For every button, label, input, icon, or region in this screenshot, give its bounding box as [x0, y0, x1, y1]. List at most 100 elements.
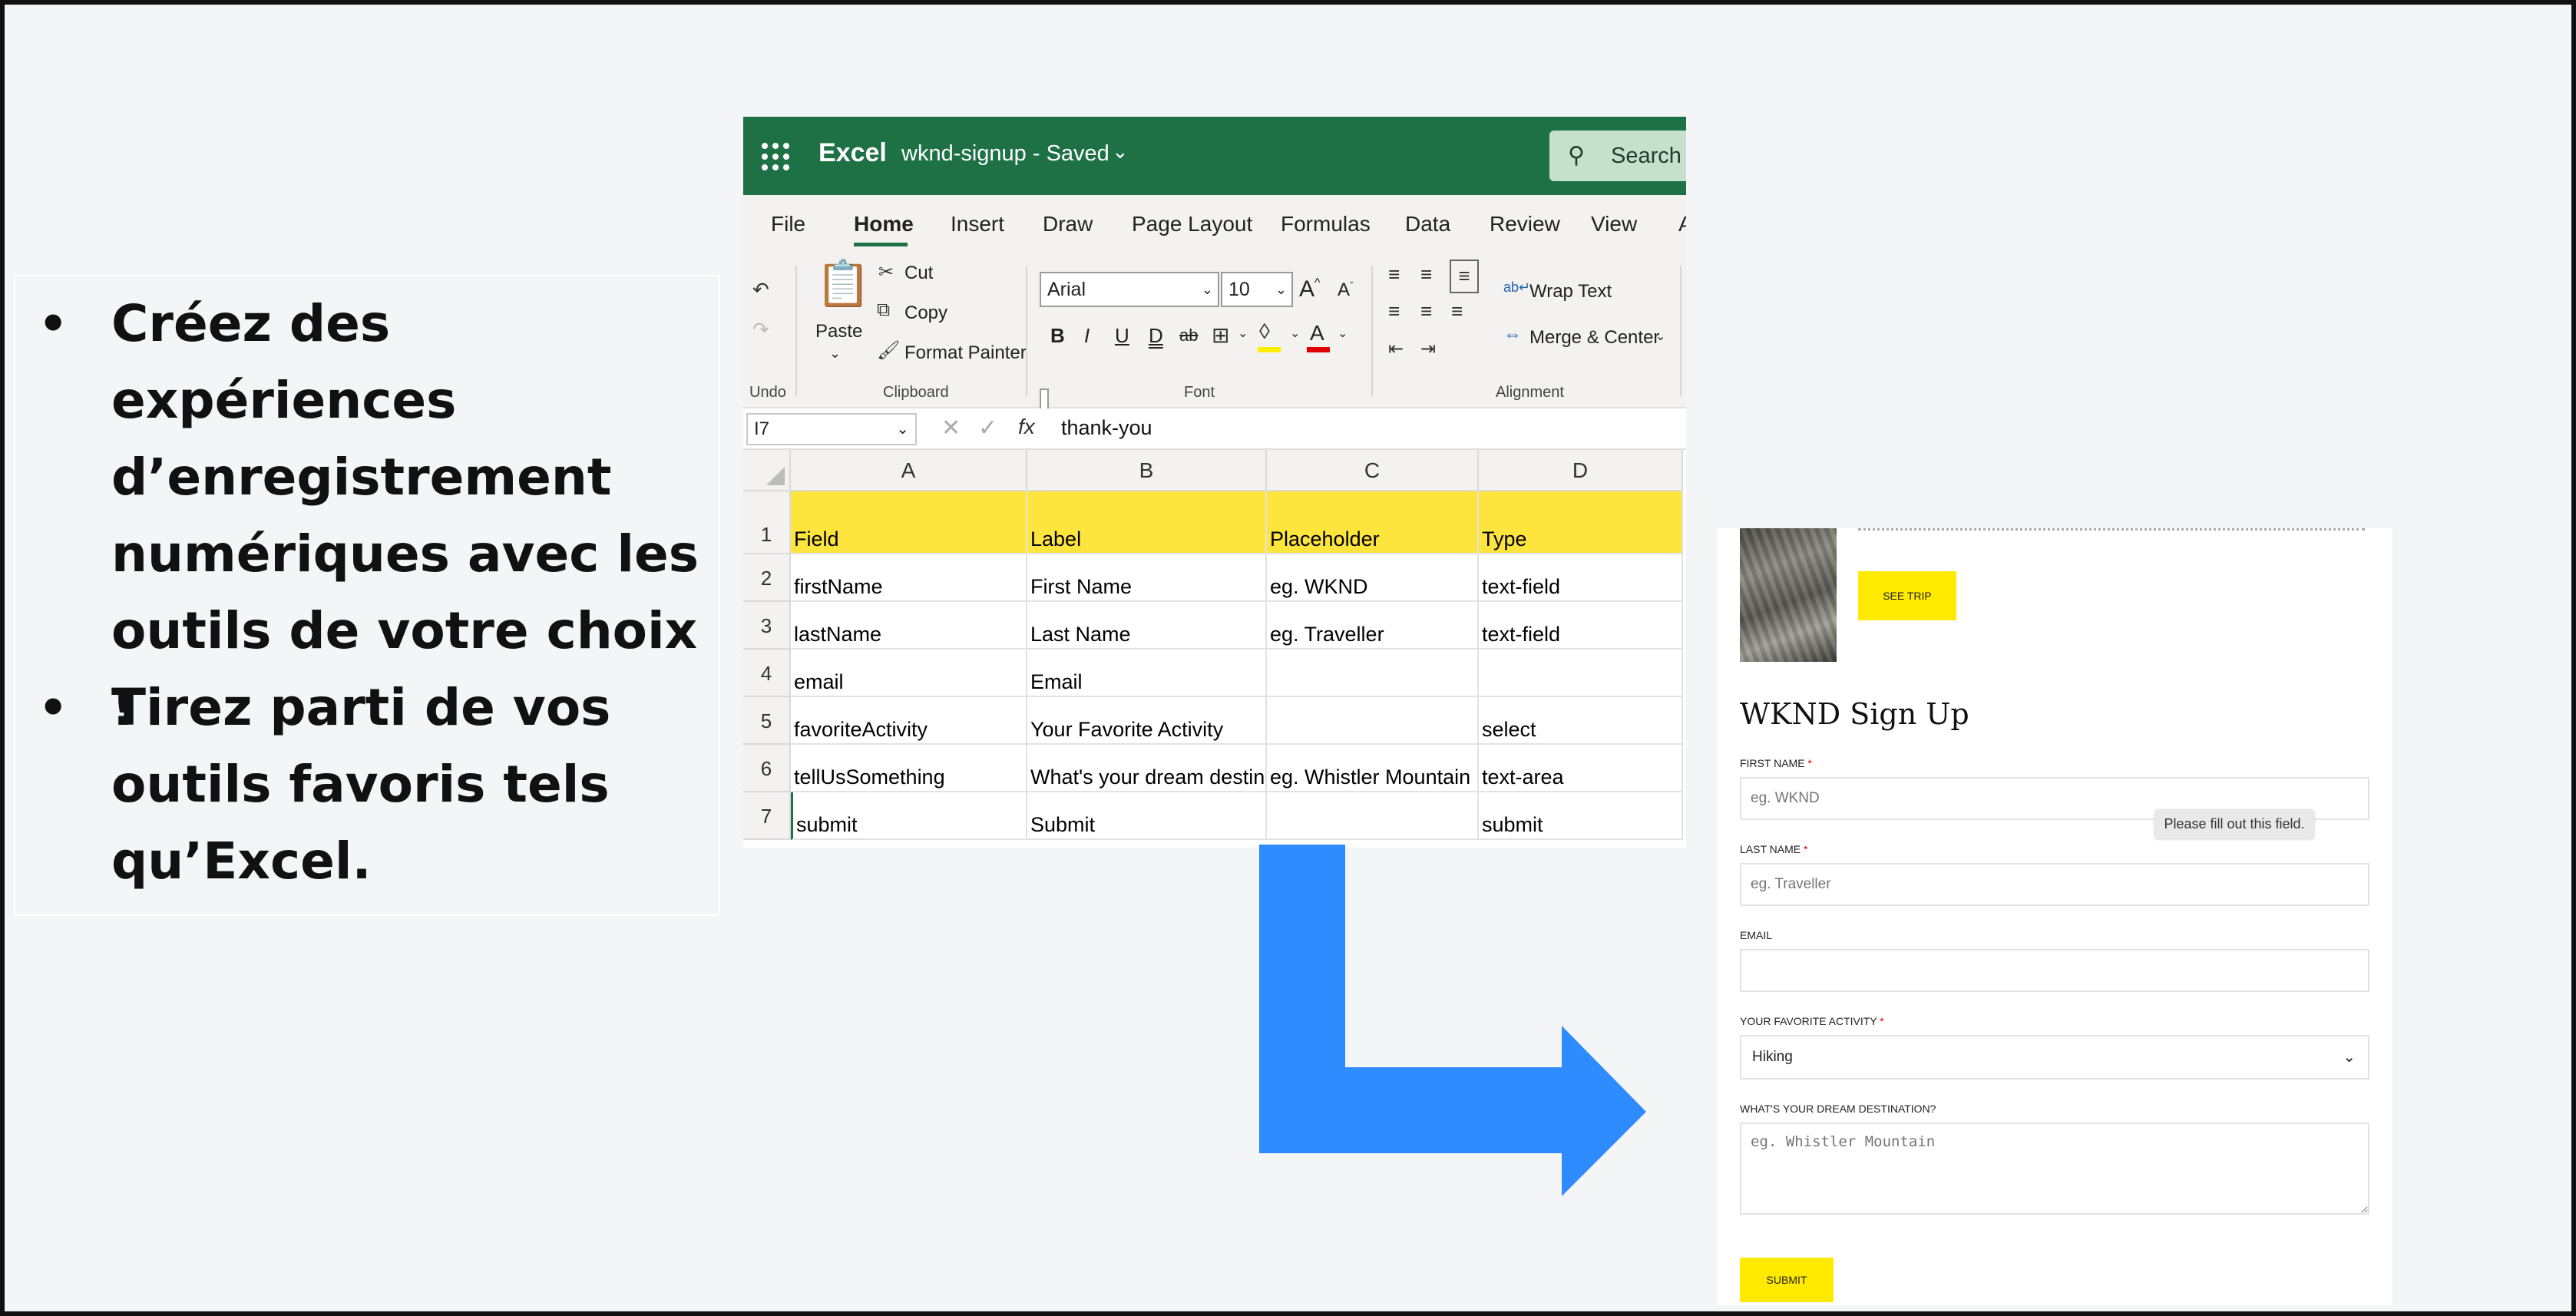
table-cell[interactable]: firstName	[791, 554, 1027, 602]
table-cell[interactable]: Type	[1479, 491, 1683, 554]
italic-button[interactable]: I	[1084, 324, 1090, 348]
bold-button[interactable]: B	[1050, 324, 1065, 348]
table-cell[interactable]: Email	[1027, 650, 1267, 697]
align-middle-icon[interactable]: ≡	[1420, 263, 1432, 286]
app-launcher-icon[interactable]	[762, 143, 789, 170]
format-painter-button[interactable]: Format Painter	[904, 342, 1027, 364]
align-top-icon[interactable]: ≡	[1388, 263, 1400, 286]
tab-home[interactable]: Home	[854, 212, 914, 236]
font-color-button[interactable]: A	[1310, 321, 1324, 346]
submit-button[interactable]: SUBMIT	[1740, 1258, 1834, 1302]
decrease-indent-icon[interactable]: ⇤	[1388, 338, 1404, 360]
document-title[interactable]: wknd-signup - Saved	[901, 141, 1109, 167]
table-cell[interactable]: text-field	[1479, 554, 1683, 602]
chevron-down-icon[interactable]: ⌄	[1238, 326, 1248, 341]
table-cell[interactable]: eg. Traveller	[1267, 602, 1479, 650]
undo-icon[interactable]: ↶	[752, 278, 769, 302]
tab-insert[interactable]: Insert	[951, 212, 1004, 236]
align-bottom-icon[interactable]: ≡	[1450, 260, 1479, 293]
grow-font-button[interactable]: A^	[1299, 276, 1321, 303]
search-box[interactable]: ⚲ Search (	[1549, 131, 1686, 181]
fill-color-icon[interactable]: ◊	[1259, 319, 1270, 344]
table-cell[interactable]: What's your dream destination?	[1027, 745, 1267, 792]
chevron-down-icon[interactable]: ⌄	[829, 346, 841, 362]
tab-page-layout[interactable]: Page Layout	[1132, 212, 1252, 236]
activity-select[interactable]: Hiking ⌄	[1740, 1035, 2369, 1080]
table-cell[interactable]: Placeholder	[1267, 491, 1479, 554]
align-center-icon[interactable]: ≡	[1420, 299, 1432, 323]
wrap-text-button[interactable]: Wrap Text	[1529, 281, 1612, 303]
row-header[interactable]: 1	[743, 491, 791, 554]
active-tab-indicator	[854, 243, 908, 246]
column-header[interactable]: C	[1267, 450, 1479, 491]
chevron-down-icon[interactable]: ⌄	[1290, 326, 1300, 341]
table-cell[interactable]: lastName	[791, 602, 1027, 650]
destination-textarea[interactable]	[1740, 1123, 2369, 1215]
tab-draw[interactable]: Draw	[1043, 212, 1093, 236]
table-cell[interactable]	[1479, 650, 1683, 697]
select-all-corner[interactable]	[743, 450, 791, 491]
font-size-select[interactable]: 10 ⌄	[1221, 272, 1293, 307]
align-left-icon[interactable]: ≡	[1388, 299, 1400, 323]
table-cell[interactable]: favoriteActivity	[791, 697, 1027, 745]
column-header[interactable]: B	[1027, 450, 1267, 491]
table-cell[interactable]: First Name	[1027, 554, 1267, 602]
formula-input[interactable]: thank-you	[1061, 416, 1152, 440]
table-cell[interactable]: text-area	[1479, 745, 1683, 792]
tab-review[interactable]: Review	[1490, 212, 1560, 236]
table-cell[interactable]: Field	[791, 491, 1027, 554]
increase-indent-icon[interactable]: ⇥	[1420, 338, 1436, 360]
merge-center-button[interactable]: Merge & Center	[1529, 327, 1659, 349]
cut-button[interactable]: Cut	[904, 263, 933, 284]
tab-view[interactable]: View	[1591, 212, 1637, 236]
row-header[interactable]: 7	[743, 792, 791, 840]
chevron-down-icon[interactable]: ⌄	[1112, 140, 1129, 164]
chevron-down-icon[interactable]: ⌄	[1655, 329, 1665, 344]
name-box[interactable]: I7 ⌄	[746, 413, 917, 445]
tab-more[interactable]: A	[1678, 212, 1686, 236]
copy-button[interactable]: Copy	[904, 303, 947, 324]
table-cell[interactable]: Your Favorite Activity	[1027, 697, 1267, 745]
font-name-select[interactable]: Arial ⌄	[1040, 272, 1219, 307]
email-field[interactable]	[1740, 949, 2369, 992]
table-cell[interactable]	[1267, 697, 1479, 745]
cancel-icon[interactable]: ✕	[941, 415, 961, 441]
see-trip-button[interactable]: SEE TRIP	[1858, 571, 1956, 620]
table-cell[interactable]: submit	[791, 792, 1027, 840]
tab-file[interactable]: File	[771, 212, 805, 236]
column-header[interactable]: A	[791, 450, 1027, 491]
strikethrough-button[interactable]: ab	[1179, 326, 1198, 346]
row-header[interactable]: 3	[743, 602, 791, 650]
table-cell[interactable]	[1267, 650, 1479, 697]
paste-button[interactable]: Paste	[815, 321, 862, 342]
paste-icon[interactable]: 📋	[815, 258, 871, 310]
column-header[interactable]: D	[1479, 450, 1683, 491]
last-name-field[interactable]	[1740, 863, 2369, 906]
table-cell[interactable]: Last Name	[1027, 602, 1267, 650]
underline-button[interactable]: U	[1115, 324, 1129, 348]
table-cell[interactable]: eg. Whistler Mountain	[1267, 745, 1479, 792]
borders-icon[interactable]: ⊞	[1212, 322, 1229, 348]
table-cell[interactable]: select	[1479, 697, 1683, 745]
table-cell[interactable]: submit	[1479, 792, 1683, 840]
table-cell[interactable]: Submit	[1027, 792, 1267, 840]
align-right-icon[interactable]: ≡	[1451, 299, 1463, 323]
table-cell[interactable]	[1267, 792, 1479, 840]
table-cell[interactable]: tellUsSomething	[791, 745, 1027, 792]
tab-formulas[interactable]: Formulas	[1281, 212, 1371, 236]
row-header[interactable]: 4	[743, 650, 791, 697]
table-cell[interactable]: Label	[1027, 491, 1267, 554]
tab-data[interactable]: Data	[1405, 212, 1450, 236]
row-header[interactable]: 2	[743, 554, 791, 602]
shrink-font-button[interactable]: Aˇ	[1338, 279, 1354, 301]
table-cell[interactable]: text-field	[1479, 602, 1683, 650]
row-header[interactable]: 6	[743, 745, 791, 792]
table-cell[interactable]: eg. WKND	[1267, 554, 1479, 602]
chevron-down-icon[interactable]: ⌄	[1338, 326, 1348, 341]
table-cell[interactable]: email	[791, 650, 1027, 697]
row-header[interactable]: 5	[743, 697, 791, 745]
redo-icon[interactable]: ↷	[752, 318, 769, 342]
function-icon[interactable]: fx	[1018, 415, 1035, 439]
double-underline-button[interactable]: D	[1149, 324, 1163, 348]
check-icon[interactable]: ✓	[978, 415, 997, 441]
